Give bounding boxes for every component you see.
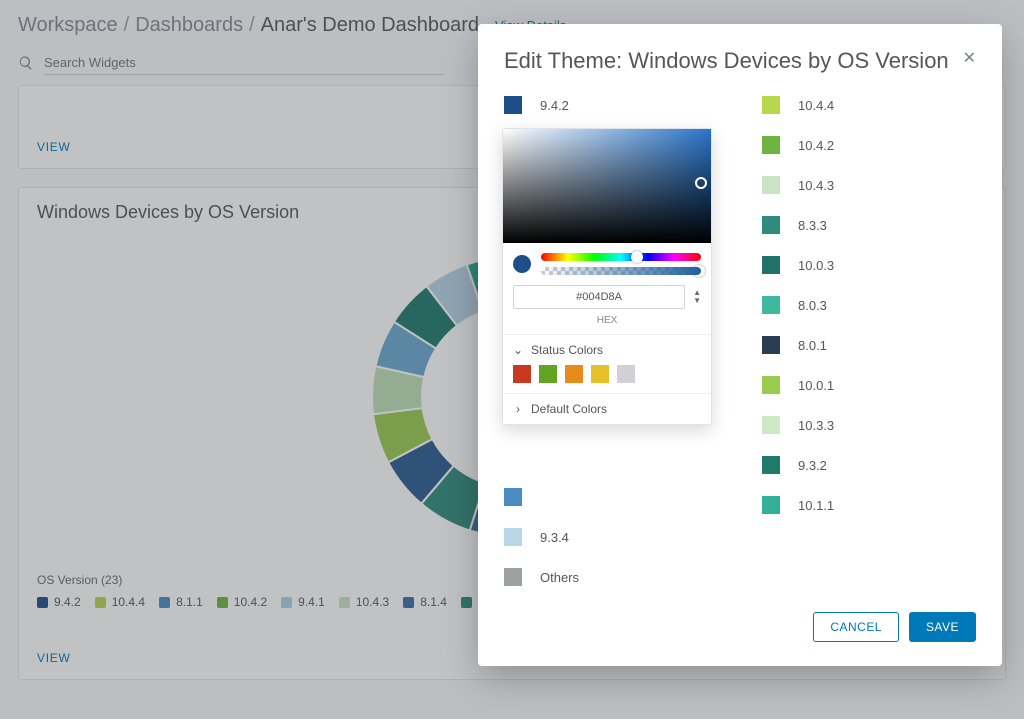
- color-swatch[interactable]: [762, 336, 780, 354]
- chevron-down-icon[interactable]: ▼: [693, 297, 701, 305]
- chevron-right-icon: ›: [513, 404, 523, 414]
- theme-item-label: 9.3.2: [798, 458, 827, 473]
- hex-label: HEX: [503, 315, 711, 326]
- theme-item[interactable]: 10.4.2: [762, 136, 932, 154]
- hue-slider[interactable]: [541, 253, 701, 261]
- theme-item-label: 10.4.4: [798, 98, 834, 113]
- theme-item[interactable]: 9.3.2: [762, 456, 932, 474]
- theme-item-label: 10.4.3: [798, 178, 834, 193]
- theme-item-label: 9.3.4: [540, 530, 569, 545]
- format-spinner[interactable]: ▲ ▼: [693, 289, 701, 305]
- theme-item[interactable]: 10.3.3: [762, 416, 932, 434]
- saturation-cursor[interactable]: [695, 177, 707, 189]
- status-swatches: [503, 365, 711, 393]
- save-button[interactable]: SAVE: [909, 612, 976, 642]
- color-swatch[interactable]: [762, 216, 780, 234]
- chevron-down-icon: ⌄: [513, 345, 523, 355]
- modal-title: Edit Theme: Windows Devices by OS Versio…: [504, 48, 949, 74]
- theme-item-label: 10.0.1: [798, 378, 834, 393]
- hex-input[interactable]: [513, 285, 685, 309]
- status-swatch[interactable]: [565, 365, 583, 383]
- theme-item[interactable]: [504, 488, 722, 506]
- default-colors-section[interactable]: › Default Colors: [503, 393, 711, 424]
- status-swatch[interactable]: [513, 365, 531, 383]
- theme-item-label: 10.4.2: [798, 138, 834, 153]
- status-swatch[interactable]: [539, 365, 557, 383]
- theme-right-column: 10.4.4 10.4.2 10.4.3 8.3.3 10.0.3 8.0.3 8.0.1 1…: [762, 96, 932, 586]
- theme-item[interactable]: 9.3.4: [504, 528, 722, 546]
- theme-item-label: Others: [540, 570, 579, 585]
- color-swatch[interactable]: [504, 96, 522, 114]
- theme-item[interactable]: Others: [504, 568, 722, 586]
- close-icon[interactable]: ✕: [963, 48, 976, 68]
- theme-item[interactable]: 10.4.4: [762, 96, 932, 114]
- alpha-slider[interactable]: [541, 267, 701, 275]
- saturation-area[interactable]: [503, 129, 711, 243]
- cancel-button[interactable]: CANCEL: [813, 612, 899, 642]
- picker-preview-dot: [513, 255, 531, 273]
- color-picker: ▲ ▼ HEX ⌄ Status Colors › Default Colors: [502, 128, 712, 425]
- theme-item-label: 8.0.3: [798, 298, 827, 313]
- color-swatch[interactable]: [504, 528, 522, 546]
- color-swatch[interactable]: [504, 488, 522, 506]
- theme-item-label: 8.3.3: [798, 218, 827, 233]
- color-swatch[interactable]: [762, 96, 780, 114]
- color-swatch[interactable]: [762, 416, 780, 434]
- theme-item-label: 10.0.3: [798, 258, 834, 273]
- edit-theme-modal: Edit Theme: Windows Devices by OS Versio…: [478, 24, 1002, 666]
- theme-item[interactable]: 10.1.1: [762, 496, 932, 514]
- theme-item-label: 10.3.3: [798, 418, 834, 433]
- status-swatch[interactable]: [591, 365, 609, 383]
- theme-item-label: 8.0.1: [798, 338, 827, 353]
- color-swatch[interactable]: [762, 176, 780, 194]
- theme-item[interactable]: 8.0.3: [762, 296, 932, 314]
- color-swatch[interactable]: [762, 136, 780, 154]
- theme-item[interactable]: 8.3.3: [762, 216, 932, 234]
- color-swatch[interactable]: [762, 376, 780, 394]
- theme-item[interactable]: 9.4.2: [504, 96, 722, 114]
- theme-item[interactable]: 8.0.1: [762, 336, 932, 354]
- color-swatch[interactable]: [762, 456, 780, 474]
- theme-item[interactable]: 10.4.3: [762, 176, 932, 194]
- color-swatch[interactable]: [504, 568, 522, 586]
- theme-item-label: 9.4.2: [540, 98, 569, 113]
- status-swatch[interactable]: [617, 365, 635, 383]
- theme-item-label: 10.1.1: [798, 498, 834, 513]
- status-colors-section[interactable]: ⌄ Status Colors: [503, 334, 711, 365]
- color-swatch[interactable]: [762, 496, 780, 514]
- color-swatch[interactable]: [762, 296, 780, 314]
- theme-item[interactable]: 10.0.1: [762, 376, 932, 394]
- color-swatch[interactable]: [762, 256, 780, 274]
- theme-item[interactable]: 10.0.3: [762, 256, 932, 274]
